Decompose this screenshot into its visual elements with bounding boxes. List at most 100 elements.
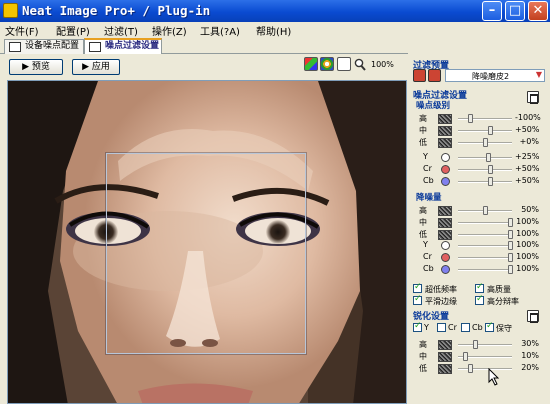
reduce-channel-slider-handle[interactable] bbox=[508, 253, 513, 262]
sharpen-slider-handle[interactable] bbox=[473, 340, 478, 349]
image-preview[interactable] bbox=[7, 80, 407, 404]
minimize-button[interactable]: – bbox=[482, 1, 502, 21]
option-checkbox[interactable] bbox=[475, 294, 484, 305]
noise-freq-slider-track[interactable] bbox=[458, 118, 512, 120]
sharpen-channel-checkbox[interactable] bbox=[461, 323, 470, 332]
settings-icon[interactable] bbox=[337, 57, 351, 71]
app-icon bbox=[3, 3, 18, 18]
tab-device-profile[interactable]: 设备噪点配置 bbox=[4, 39, 84, 54]
sharpen-channel-checkbox[interactable] bbox=[437, 323, 446, 332]
save-preset-icon[interactable] bbox=[428, 69, 441, 82]
channel-dot bbox=[441, 153, 450, 162]
noise-channel-slider-track[interactable] bbox=[458, 157, 512, 159]
value-label: 100% bbox=[516, 252, 539, 261]
channel-dot bbox=[441, 241, 450, 250]
close-button[interactable]: ✕ bbox=[528, 1, 548, 21]
row-label: 中 bbox=[419, 352, 427, 361]
texture-swatch bbox=[438, 138, 452, 148]
noise-channel-slider-track[interactable] bbox=[458, 169, 512, 171]
texture-swatch bbox=[438, 218, 452, 228]
noise-level-title: 噪点级别 bbox=[416, 101, 451, 111]
row-label: Cb bbox=[423, 176, 434, 185]
noise-channel-slider-handle[interactable] bbox=[488, 177, 493, 186]
trash-icon[interactable] bbox=[527, 91, 539, 104]
texture-swatch bbox=[438, 206, 452, 216]
sharpen-channel-checkbox[interactable] bbox=[413, 321, 422, 332]
sharpen-slider-track[interactable] bbox=[458, 368, 512, 370]
menu-action[interactable]: 操作(Z) bbox=[152, 23, 187, 38]
reduce-channel-slider-track[interactable] bbox=[458, 245, 512, 247]
sharpen-slider-track[interactable] bbox=[458, 344, 512, 346]
apply-button[interactable]: ▶ 应用 bbox=[72, 59, 120, 75]
preset-value: 降噪磨皮2 bbox=[472, 72, 510, 81]
menu-tools[interactable]: 工具(?A) bbox=[200, 23, 240, 38]
texture-swatch bbox=[438, 340, 452, 350]
row-label: Y bbox=[423, 152, 428, 161]
value-label: +50% bbox=[515, 164, 540, 173]
row-label: 中 bbox=[419, 126, 427, 135]
reduce-freq-slider-handle[interactable] bbox=[508, 230, 513, 239]
menu-help[interactable]: 帮助(H) bbox=[256, 23, 291, 38]
row-label: 高 bbox=[419, 340, 427, 349]
menu-file[interactable]: 文件(F) bbox=[5, 23, 39, 38]
maximize-button[interactable]: □ bbox=[505, 1, 525, 21]
option-checkbox[interactable] bbox=[413, 282, 422, 293]
reduce-freq-slider-handle[interactable] bbox=[483, 206, 488, 215]
option-checkbox[interactable] bbox=[475, 282, 484, 293]
menu-profile[interactable]: 配置(P) bbox=[56, 23, 90, 38]
zoom-icon[interactable] bbox=[354, 58, 366, 71]
value-label: +50% bbox=[515, 176, 540, 185]
texture-swatch bbox=[438, 114, 452, 124]
channel-dot bbox=[441, 265, 450, 274]
channel-dot bbox=[441, 177, 450, 186]
row-label: 高 bbox=[419, 114, 427, 123]
noise-channel-slider-track[interactable] bbox=[458, 181, 512, 183]
trash-icon[interactable] bbox=[527, 310, 539, 323]
sharpen-slider-handle[interactable] bbox=[463, 352, 468, 361]
reduce-channel-slider-track[interactable] bbox=[458, 269, 512, 271]
palette-icon[interactable] bbox=[320, 57, 334, 71]
value-label: 100% bbox=[516, 217, 539, 226]
value-label: 50% bbox=[521, 205, 539, 214]
menu-filter[interactable]: 过滤(T) bbox=[104, 23, 138, 38]
value-label: 10% bbox=[521, 351, 539, 360]
reduce-channel-slider-handle[interactable] bbox=[508, 241, 513, 250]
row-label: 低 bbox=[419, 364, 427, 373]
value-label: +50% bbox=[515, 125, 540, 134]
noise-freq-slider-handle[interactable] bbox=[488, 126, 493, 135]
tab-label: 设备噪点配置 bbox=[25, 41, 80, 51]
preview-button[interactable]: ▶ 预览 bbox=[9, 59, 63, 75]
selection-rectangle[interactable] bbox=[105, 152, 307, 355]
window-title: Neat Image Pro+ / Plug-in bbox=[22, 3, 211, 18]
row-label: 中 bbox=[419, 218, 427, 227]
row-label: 高 bbox=[419, 206, 427, 215]
row-label: 低 bbox=[419, 138, 427, 147]
sharpen-channel-checkbox[interactable] bbox=[485, 321, 494, 332]
sharpen-slider-handle[interactable] bbox=[468, 364, 473, 373]
noise-freq-slider-handle[interactable] bbox=[468, 114, 473, 123]
row-label: Cr bbox=[423, 252, 432, 261]
value-label: 30% bbox=[521, 339, 539, 348]
mouse-cursor-icon bbox=[488, 368, 500, 386]
reduce-channel-slider-track[interactable] bbox=[458, 257, 512, 259]
tab-label: 噪点过滤设置 bbox=[105, 41, 160, 51]
preset-dropdown[interactable]: 降噪磨皮2 ▼ bbox=[445, 69, 545, 82]
load-preset-icon[interactable] bbox=[413, 69, 426, 82]
zoom-level: 100% bbox=[371, 60, 394, 69]
color-icon[interactable] bbox=[304, 57, 318, 71]
texture-swatch bbox=[438, 364, 452, 374]
noise-channel-slider-handle[interactable] bbox=[488, 165, 493, 174]
value-label: 100% bbox=[516, 240, 539, 249]
reduce-channel-slider-handle[interactable] bbox=[508, 265, 513, 274]
noise-freq-slider-handle[interactable] bbox=[483, 138, 488, 147]
tab-noise-filter[interactable]: 噪点过滤设置 bbox=[84, 38, 162, 54]
noise-channel-slider-handle[interactable] bbox=[486, 153, 491, 162]
reduce-freq-slider-track[interactable] bbox=[458, 222, 512, 224]
texture-swatch bbox=[438, 352, 452, 362]
option-checkbox[interactable] bbox=[413, 294, 422, 305]
row-label: 低 bbox=[419, 230, 427, 239]
reduce-freq-slider-track[interactable] bbox=[458, 234, 512, 236]
channel-dot bbox=[441, 165, 450, 174]
noise-freq-slider-track[interactable] bbox=[458, 130, 512, 132]
reduce-freq-slider-handle[interactable] bbox=[508, 218, 513, 227]
